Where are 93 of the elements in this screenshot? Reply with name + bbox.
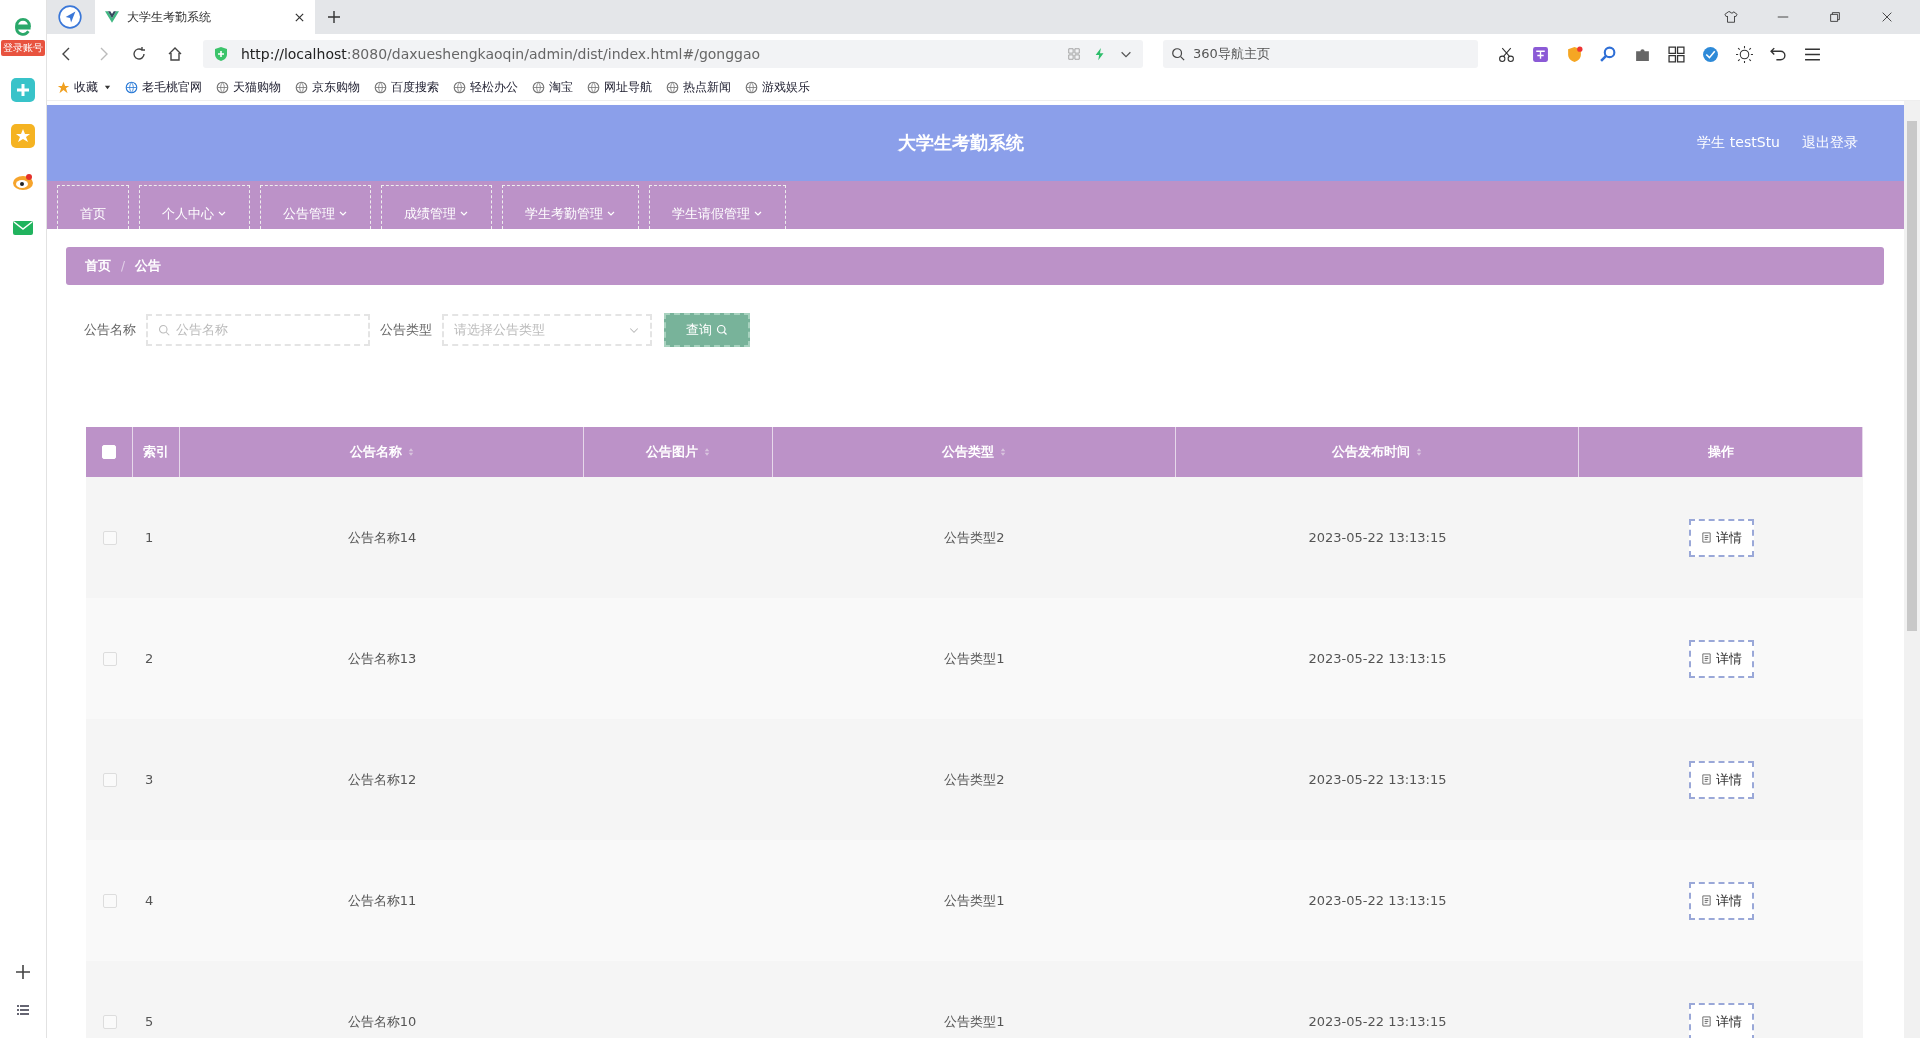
globe-icon <box>295 80 308 94</box>
table-cell: 2023-05-22 13:13:15 <box>1308 651 1447 666</box>
document-icon <box>1700 532 1712 543</box>
list-icon[interactable] <box>15 1002 31 1018</box>
table-cell: 5 <box>145 1014 154 1029</box>
globe-icon <box>216 80 229 94</box>
bookmark-link[interactable]: 收藏 <box>57 79 98 95</box>
login-badge[interactable]: 登录账号 <box>1 40 45 56</box>
home-icon[interactable] <box>167 46 183 62</box>
globe-icon <box>374 80 387 94</box>
document-icon <box>1700 774 1712 785</box>
select-all-checkbox[interactable] <box>102 445 116 459</box>
search-icon <box>158 324 170 336</box>
globe-icon <box>532 80 545 94</box>
row-checkbox[interactable] <box>102 530 117 545</box>
table-cell: 2023-05-22 13:13:15 <box>1308 1014 1447 1029</box>
filter-label: 公告类型 <box>380 321 432 339</box>
table-cell: 3 <box>145 772 154 787</box>
browser-tab[interactable]: 大学生考勤系统 <box>95 0 315 34</box>
bookmark-link[interactable]: 游戏娱乐 <box>745 79 810 95</box>
table-cell: 公告类型2 <box>944 528 1005 547</box>
detail-button[interactable]: 详情 <box>1688 639 1754 678</box>
bookmark-link[interactable]: 轻松办公 <box>453 79 518 95</box>
document-icon <box>1700 1016 1712 1027</box>
system-title: 大学生考勤系统 <box>897 131 1026 155</box>
bookmark-link[interactable]: 老毛桃官网 <box>125 79 202 95</box>
table-cell: 公告名称13 <box>347 649 417 668</box>
address-field[interactable]: http://localhost:8080/daxueshengkaoqin/admin/dist/index.html#/gonggao <box>203 40 1143 68</box>
table-cell: 公告类型1 <box>944 1012 1005 1031</box>
bookmark-link[interactable]: 淘宝 <box>532 79 573 95</box>
table-cell: 公告名称12 <box>347 770 417 789</box>
search-icon <box>716 324 728 336</box>
grid-icon[interactable] <box>1668 45 1685 63</box>
reload-icon[interactable] <box>131 46 147 62</box>
sun-icon[interactable] <box>1736 45 1753 63</box>
scrollbar[interactable] <box>1904 101 1920 1038</box>
undo-icon[interactable] <box>1770 45 1787 63</box>
bookmark-link[interactable]: 百度搜索 <box>374 79 439 95</box>
search-icon <box>1171 47 1185 61</box>
column-header: 索引 <box>143 443 169 461</box>
bookmark-link[interactable]: 京东购物 <box>295 79 360 95</box>
search-field[interactable]: 360导航主页 <box>1163 40 1478 68</box>
bookmark-link[interactable]: 热点新闻 <box>666 79 731 95</box>
table-cell: 2023-05-22 13:13:15 <box>1308 530 1447 545</box>
table-cell: 公告名称10 <box>347 1012 417 1031</box>
add-icon[interactable] <box>15 964 31 980</box>
shield-icon <box>213 46 229 62</box>
globe-icon <box>453 80 466 94</box>
table-cell: 公告类型2 <box>944 770 1005 789</box>
shield-badge-icon[interactable] <box>1566 45 1583 63</box>
detail-button[interactable]: 详情 <box>1688 1002 1754 1038</box>
row-checkbox[interactable] <box>102 772 117 787</box>
globe-icon <box>587 80 600 94</box>
translate-icon[interactable] <box>1532 45 1549 63</box>
scissors-icon[interactable] <box>1498 45 1515 63</box>
globe-icon <box>745 80 758 94</box>
globe-icon <box>666 80 679 94</box>
magnifier-icon[interactable] <box>1600 45 1617 63</box>
detail-button[interactable]: 详情 <box>1688 760 1754 799</box>
shirt-icon[interactable] <box>1724 10 1738 24</box>
table-cell: 公告类型1 <box>944 649 1005 668</box>
vue-logo-icon <box>105 11 119 23</box>
table-cell: 2 <box>145 651 154 666</box>
detail-button[interactable]: 详情 <box>1688 518 1754 557</box>
table-cell: 公告类型1 <box>944 891 1005 910</box>
star-icon <box>57 80 70 94</box>
bookmark-link[interactable]: 网址导航 <box>587 79 652 95</box>
table-cell: 1 <box>145 530 154 545</box>
detail-button[interactable]: 详情 <box>1688 881 1754 920</box>
filter-label: 公告名称 <box>84 321 136 339</box>
compass-icon[interactable] <box>57 4 83 30</box>
caret-icon[interactable] <box>104 83 111 91</box>
menu-icon[interactable] <box>1804 45 1821 63</box>
bookmark-link[interactable]: 天猫购物 <box>216 79 281 95</box>
table-cell: 公告名称11 <box>347 891 417 910</box>
restore-icon[interactable] <box>1828 10 1842 24</box>
globe-icon <box>125 80 138 94</box>
document-icon <box>1700 653 1712 664</box>
breadcrumb-item: 公告 <box>135 257 162 275</box>
column-header: 操作 <box>1707 443 1734 461</box>
table-cell: 公告名称14 <box>347 528 417 547</box>
row-checkbox[interactable] <box>102 651 117 666</box>
table-cell: 2023-05-22 13:13:15 <box>1308 772 1447 787</box>
row-checkbox[interactable] <box>102 893 117 908</box>
breadcrumb-separator: / <box>121 259 126 273</box>
user-label: 学生 testStu <box>1697 134 1780 152</box>
new-tab-icon[interactable] <box>327 10 341 24</box>
table-cell: 2023-05-22 13:13:15 <box>1308 893 1447 908</box>
document-icon <box>1700 895 1712 906</box>
row-checkbox[interactable] <box>102 1014 117 1029</box>
close-window-icon[interactable] <box>1880 10 1894 24</box>
table-cell: 4 <box>145 893 154 908</box>
close-icon[interactable] <box>294 11 305 23</box>
